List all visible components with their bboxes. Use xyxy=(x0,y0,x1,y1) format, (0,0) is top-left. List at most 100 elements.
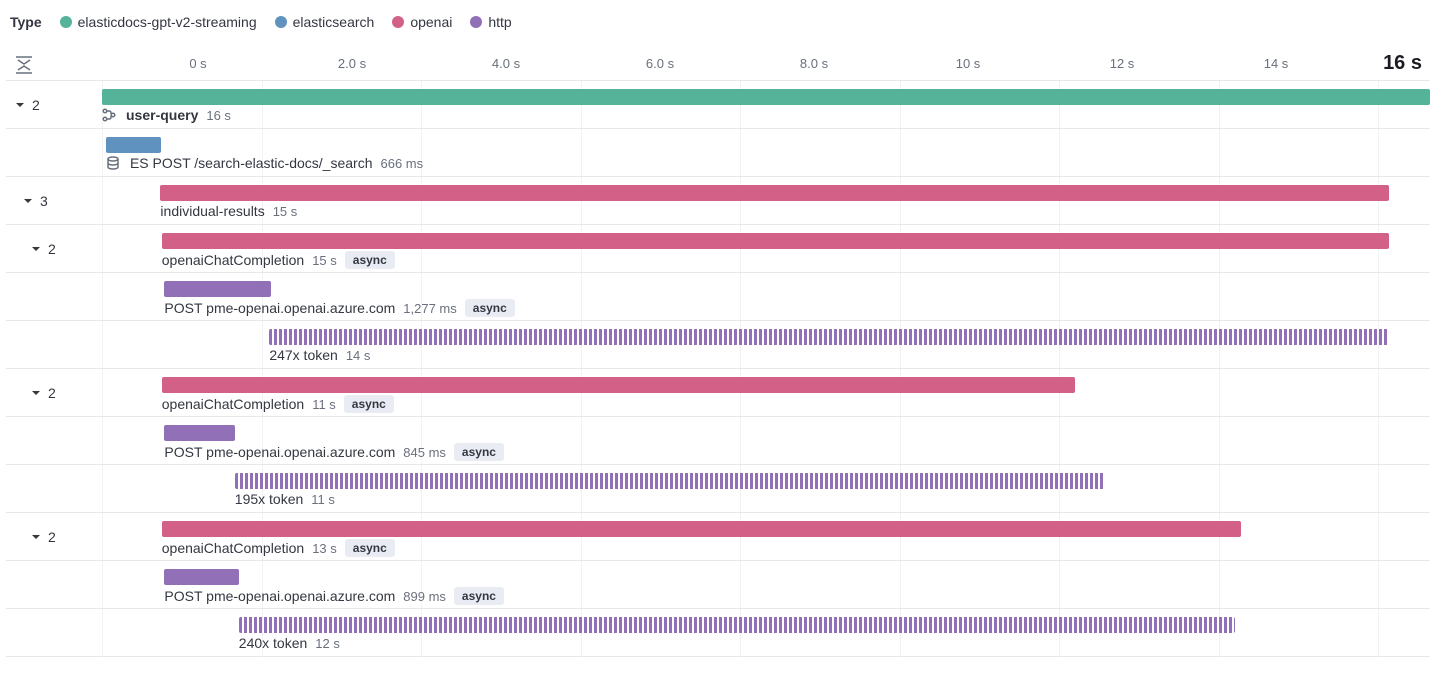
span-label: individual-results15 s xyxy=(160,203,297,219)
ruler-tick: 14 s xyxy=(1264,56,1289,71)
span-name: user-query xyxy=(126,107,198,123)
chevron-down-icon xyxy=(30,243,42,255)
span-bar[interactable] xyxy=(239,617,1235,633)
span-label: user-query 16 s xyxy=(102,107,231,123)
legend-item[interactable]: elasticsearch xyxy=(275,14,375,30)
span-lane: 195x token 11 s xyxy=(102,465,1430,512)
expand-toggle[interactable]: 2 xyxy=(30,241,56,257)
expand-toggle[interactable]: 2 xyxy=(30,385,56,401)
span-label: openaiChatCompletion 13 s async xyxy=(162,539,395,557)
span-name: individual-results xyxy=(160,203,264,219)
span-duration: 899 ms xyxy=(403,589,446,604)
span-bar[interactable] xyxy=(164,281,270,297)
legend: Type elasticdocs-gpt-v2-streaming elastic… xyxy=(6,14,1430,30)
async-badge: async xyxy=(345,251,395,269)
span-lane: 247x token 14 s xyxy=(102,321,1430,368)
span-duration: 16 s xyxy=(206,108,231,123)
span-lane: user-query 16 s xyxy=(102,81,1430,128)
child-count: 2 xyxy=(32,97,40,113)
span-duration: 845 ms xyxy=(403,445,446,460)
span-bar[interactable] xyxy=(102,89,1430,105)
ruler-tick: 6.0 s xyxy=(646,56,674,71)
span-label: POST pme-openai.openai.azure.com 1,277 ms… xyxy=(164,299,514,317)
span-row[interactable]: 247x token 14 s xyxy=(6,320,1430,368)
legend-swatch xyxy=(60,16,72,28)
span-bar[interactable] xyxy=(162,377,1076,393)
span-duration: 13 s xyxy=(312,541,337,556)
ruler-tick: 12 s xyxy=(1110,56,1135,71)
span-label: openaiChatCompletion11 sasync xyxy=(162,395,394,413)
legend-item[interactable]: elasticdocs-gpt-v2-streaming xyxy=(60,14,257,30)
legend-label: Type xyxy=(10,14,42,30)
chevron-down-icon xyxy=(30,387,42,399)
time-ruler: 16 s 0 s2.0 s4.0 s6.0 s8.0 s10 s12 s14 s xyxy=(198,54,1430,74)
span-name: POST pme-openai.openai.azure.com xyxy=(164,588,395,604)
span-label: ES POST /search-elastic-docs/_search666 … xyxy=(106,155,423,171)
span-row[interactable]: 195x token 11 s xyxy=(6,464,1430,512)
span-bar[interactable] xyxy=(160,185,1388,201)
legend-text: openai xyxy=(410,14,452,30)
span-name: POST pme-openai.openai.azure.com xyxy=(164,300,395,316)
child-count: 2 xyxy=(48,241,56,257)
span-lane: POST pme-openai.openai.azure.com845 msas… xyxy=(102,417,1430,464)
span-bar[interactable] xyxy=(269,329,1389,345)
expand-toggle[interactable]: 3 xyxy=(22,193,48,209)
ruler-tick: 8.0 s xyxy=(800,56,828,71)
child-count: 2 xyxy=(48,385,56,401)
span-duration: 15 s xyxy=(312,253,337,268)
legend-swatch xyxy=(470,16,482,28)
span-label: POST pme-openai.openai.azure.com845 msas… xyxy=(164,443,504,461)
span-duration: 11 s xyxy=(311,492,335,507)
span-row[interactable]: 3 individual-results15 s xyxy=(6,176,1430,224)
span-name: 247x token xyxy=(269,347,338,363)
expand-toggle[interactable]: 2 xyxy=(30,529,56,545)
span-row[interactable]: POST pme-openai.openai.azure.com 899 ms as… xyxy=(6,560,1430,608)
expand-toggle[interactable]: 2 xyxy=(14,97,40,113)
span-lane: individual-results15 s xyxy=(102,177,1430,224)
span-row[interactable]: 2 openaiChatCompletion 13 s async xyxy=(6,512,1430,560)
span-bar[interactable] xyxy=(106,137,161,153)
span-row[interactable]: 2openaiChatCompletion15 sasync xyxy=(6,224,1430,272)
child-count: 2 xyxy=(48,529,56,545)
ruler-tick: 2.0 s xyxy=(338,56,366,71)
legend-text: elasticdocs-gpt-v2-streaming xyxy=(78,14,257,30)
database-icon xyxy=(106,156,122,170)
span-row[interactable]: 2 user-query 16 s xyxy=(6,80,1430,128)
span-name: ES POST /search-elastic-docs/_search xyxy=(130,155,373,171)
async-badge: async xyxy=(454,443,504,461)
waterfall-body: 2 user-query 16 s ES POST /search-elastic-d… xyxy=(6,80,1430,657)
span-bar[interactable] xyxy=(235,473,1105,489)
span-name: 195x token xyxy=(235,491,304,507)
span-bar[interactable] xyxy=(162,521,1242,537)
span-row[interactable]: 2 openaiChatCompletion11 sasync xyxy=(6,368,1430,416)
span-name: openaiChatCompletion xyxy=(162,540,304,556)
collapse-all-icon[interactable] xyxy=(14,56,34,77)
async-badge: async xyxy=(345,539,395,557)
span-bar[interactable] xyxy=(164,569,238,585)
span-name: openaiChatCompletion xyxy=(162,396,304,412)
span-duration: 1,277 ms xyxy=(403,301,456,316)
span-row[interactable]: POST pme-openai.openai.azure.com 1,277 ms… xyxy=(6,272,1430,320)
legend-item[interactable]: http xyxy=(470,14,511,30)
span-label: 240x token12 s xyxy=(239,635,340,651)
span-row[interactable]: POST pme-openai.openai.azure.com845 msas… xyxy=(6,416,1430,464)
span-lane: ES POST /search-elastic-docs/_search666 … xyxy=(102,129,1430,176)
ruler-tick: 4.0 s xyxy=(492,56,520,71)
chevron-down-icon xyxy=(14,99,26,111)
span-bar[interactable] xyxy=(164,425,234,441)
span-duration: 12 s xyxy=(315,636,340,651)
trace-waterfall: Type elasticdocs-gpt-v2-streaming elastic… xyxy=(0,0,1440,657)
span-row[interactable]: 240x token12 s xyxy=(6,608,1430,656)
merge-icon xyxy=(102,108,118,122)
async-badge: async xyxy=(465,299,515,317)
ruler-tick: 0 s xyxy=(189,56,206,71)
span-lane: openaiChatCompletion11 sasync xyxy=(102,369,1430,416)
async-badge: async xyxy=(344,395,394,413)
span-bar[interactable] xyxy=(162,233,1389,249)
span-row[interactable]: ES POST /search-elastic-docs/_search666 … xyxy=(6,128,1430,176)
span-duration: 14 s xyxy=(346,348,371,363)
async-badge: async xyxy=(454,587,504,605)
legend-item[interactable]: openai xyxy=(392,14,452,30)
span-lane: openaiChatCompletion 13 s async xyxy=(102,513,1430,560)
legend-text: elasticsearch xyxy=(293,14,375,30)
